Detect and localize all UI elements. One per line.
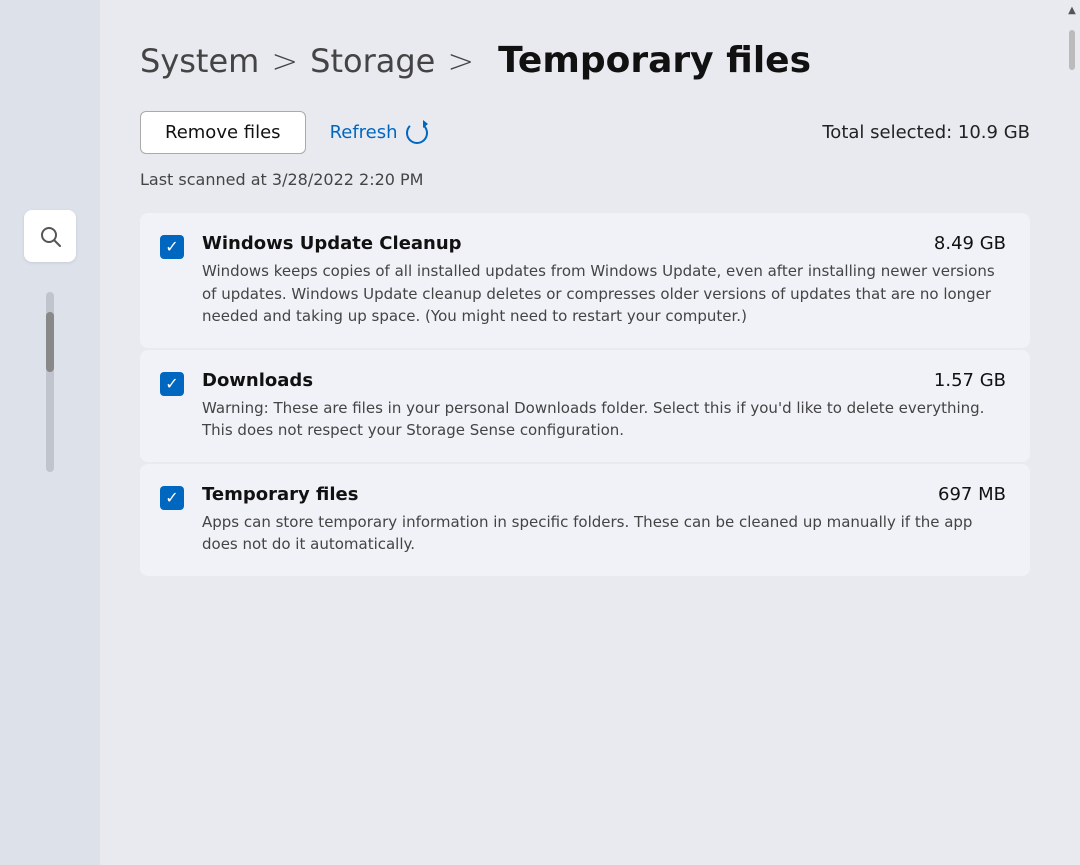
breadcrumb-separator-1: >	[271, 42, 298, 80]
breadcrumb-system[interactable]: System	[140, 42, 259, 80]
refresh-label: Refresh	[330, 122, 398, 143]
item-content-temp-files: Temporary files 697 MB Apps can store te…	[202, 484, 1006, 556]
breadcrumb-separator-2: >	[447, 42, 474, 80]
list-item: ✓ Windows Update Cleanup 8.49 GB Windows…	[140, 213, 1030, 348]
remove-files-button[interactable]: Remove files	[140, 111, 306, 154]
refresh-icon	[406, 122, 428, 144]
item-description: Apps can store temporary information in …	[202, 511, 1006, 556]
item-size: 1.57 GB	[934, 370, 1006, 391]
breadcrumb-storage[interactable]: Storage	[310, 42, 435, 80]
total-selected: Total selected: 10.9 GB	[822, 122, 1030, 143]
scrollbar-right[interactable]: ▲	[1068, 0, 1076, 865]
checkmark-icon: ✓	[165, 490, 178, 506]
search-button[interactable]	[24, 210, 76, 262]
checkbox-windows-update[interactable]: ✓	[160, 235, 184, 259]
search-icon	[38, 224, 62, 248]
checkbox-temp-files[interactable]: ✓	[160, 486, 184, 510]
scroll-up-arrow[interactable]: ▲	[1066, 4, 1078, 16]
item-header: Downloads 1.57 GB	[202, 370, 1006, 391]
scrollbar-track[interactable]	[1068, 20, 1076, 857]
item-header: Windows Update Cleanup 8.49 GB	[202, 233, 1006, 254]
item-content-windows-update: Windows Update Cleanup 8.49 GB Windows k…	[202, 233, 1006, 328]
main-content: System > Storage > Temporary files Remov…	[100, 0, 1080, 865]
list-item: ✓ Temporary files 697 MB Apps can store …	[140, 464, 1030, 576]
breadcrumb-current: Temporary files	[498, 40, 811, 81]
item-content-downloads: Downloads 1.57 GB Warning: These are fil…	[202, 370, 1006, 442]
breadcrumb: System > Storage > Temporary files	[140, 40, 1030, 81]
refresh-button[interactable]: Refresh	[330, 122, 428, 144]
item-title: Windows Update Cleanup	[202, 233, 462, 254]
scrollbar-thumb[interactable]	[1069, 30, 1075, 70]
item-header: Temporary files 697 MB	[202, 484, 1006, 505]
checkmark-icon: ✓	[165, 376, 178, 392]
item-description: Windows keeps copies of all installed up…	[202, 260, 1006, 328]
checkmark-icon: ✓	[165, 239, 178, 255]
item-size: 8.49 GB	[934, 233, 1006, 254]
item-title: Temporary files	[202, 484, 358, 505]
sidebar-scrollbar[interactable]	[0, 292, 100, 472]
item-description: Warning: These are files in your persona…	[202, 397, 1006, 442]
last-scanned: Last scanned at 3/28/2022 2:20 PM	[140, 170, 1030, 189]
list-item: ✓ Downloads 1.57 GB Warning: These are f…	[140, 350, 1030, 462]
checkbox-downloads[interactable]: ✓	[160, 372, 184, 396]
item-title: Downloads	[202, 370, 313, 391]
items-list: ✓ Windows Update Cleanup 8.49 GB Windows…	[140, 213, 1030, 576]
item-size: 697 MB	[938, 484, 1006, 505]
sidebar	[0, 0, 100, 865]
action-bar: Remove files Refresh Total selected: 10.…	[140, 111, 1030, 154]
